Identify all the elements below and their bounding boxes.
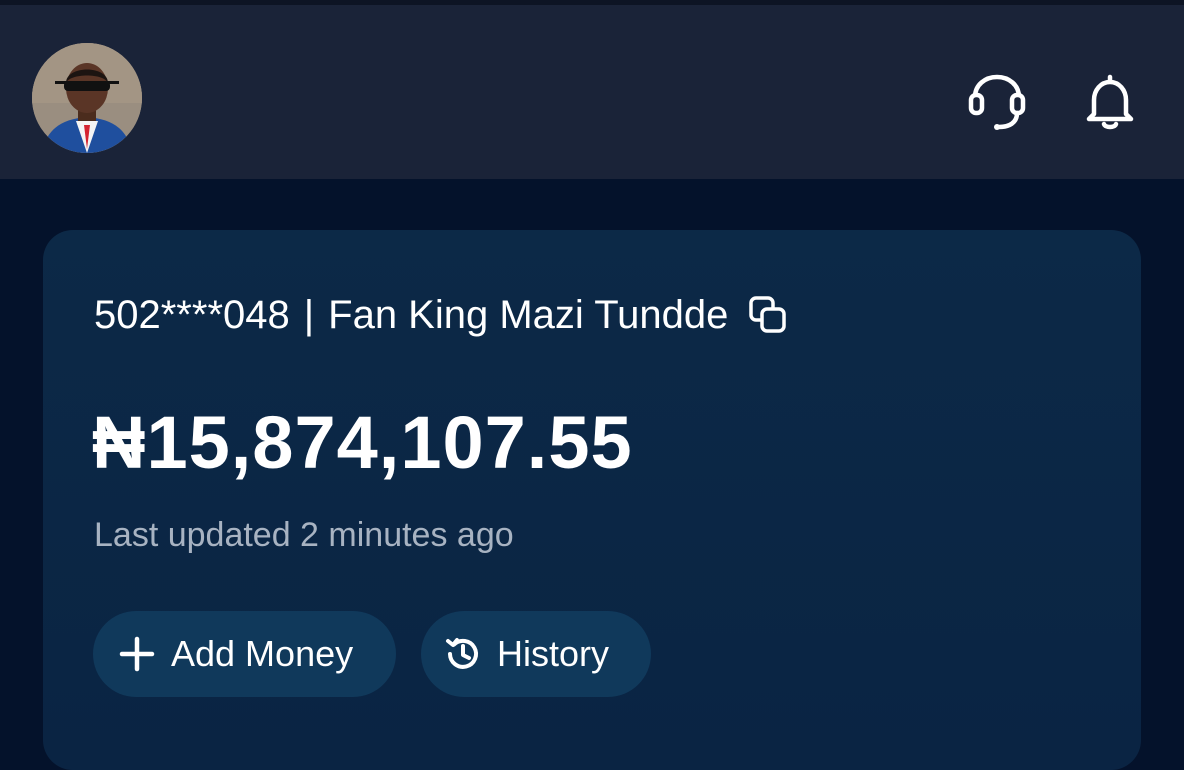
top-bar [0, 0, 1184, 179]
account-number: 502****048 [94, 293, 290, 337]
headset-icon[interactable] [962, 67, 1032, 137]
wallet-balance: ₦15,874,107.55 [92, 401, 633, 484]
copy-icon[interactable] [746, 293, 790, 337]
clock-history-icon [441, 632, 485, 676]
history-label: History [497, 633, 610, 674]
add-money-button[interactable]: Add Money [93, 611, 396, 697]
last-updated-text: Last updated 2 minutes ago [94, 516, 514, 554]
history-button[interactable]: History [421, 611, 651, 697]
plus-icon [115, 632, 159, 676]
account-info: 502****048 | Fan King Mazi Tundde [94, 290, 790, 340]
avatar-photo [32, 43, 142, 153]
bell-icon[interactable] [1075, 67, 1145, 137]
avatar[interactable] [32, 43, 142, 153]
account-name: Fan King Mazi Tundde [328, 293, 729, 337]
account-separator: | [303, 293, 315, 337]
add-money-label: Add Money [171, 633, 354, 674]
